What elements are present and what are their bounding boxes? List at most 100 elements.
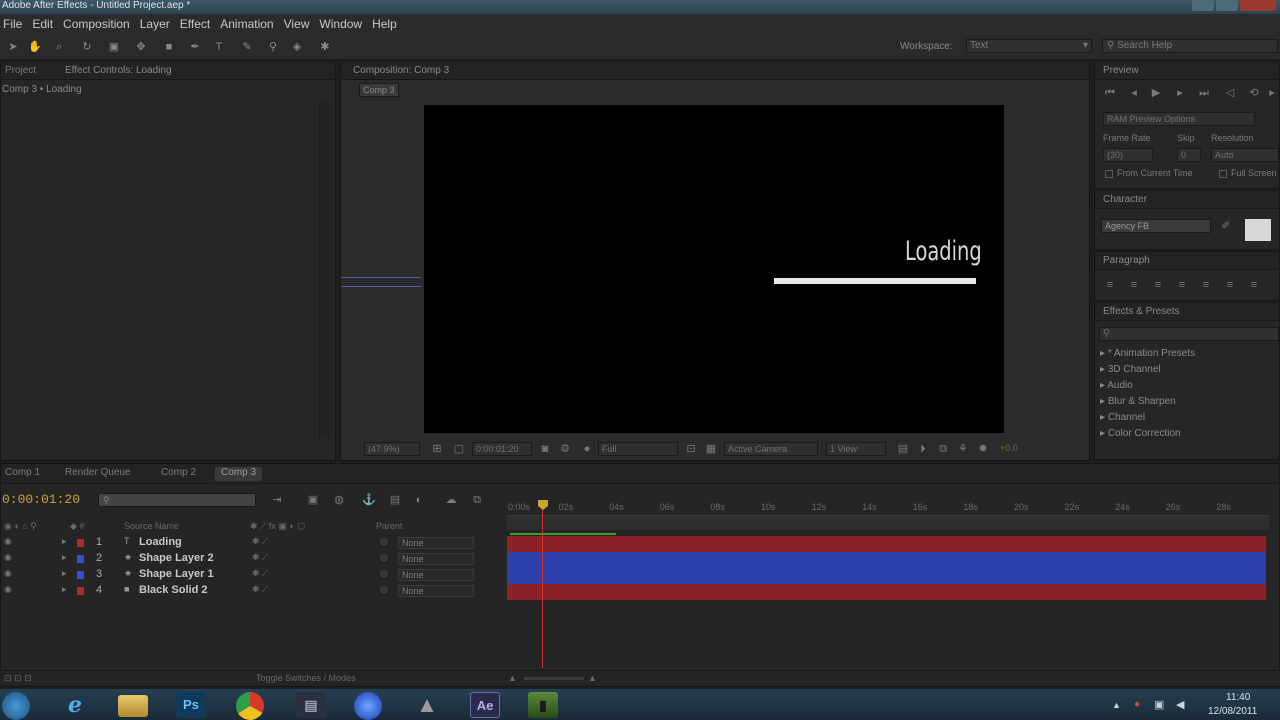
fx-item-blur-sharpen[interactable]: ▸ Blur & Sharpen xyxy=(1100,396,1176,407)
canvas-loading-text[interactable]: Loading xyxy=(905,236,982,267)
visibility-eye-icon[interactable]: ◉ xyxy=(4,584,12,595)
selection-tool-icon[interactable]: ➤ xyxy=(6,40,20,54)
tab-effects-presets[interactable]: Effects & Presets xyxy=(1103,306,1180,320)
timeline-zoom-slider[interactable] xyxy=(524,677,584,680)
layer-name[interactable]: Shape Layer 1 xyxy=(139,568,214,580)
taskbar-date[interactable]: 12/08/2011 xyxy=(1208,706,1257,717)
tray-alert-icon[interactable]: ● xyxy=(1134,699,1140,710)
warning-app-icon[interactable]: ▲ xyxy=(412,692,442,718)
layer-name[interactable]: Black Solid 2 xyxy=(139,584,207,596)
timeline-search-input[interactable]: ⚲ xyxy=(98,493,256,507)
font-select[interactable]: Agency FB xyxy=(1101,219,1211,233)
color-channel-icon[interactable]: ● xyxy=(580,442,594,456)
media-player-icon[interactable]: ▤ xyxy=(296,692,326,718)
effect-controls-scrollbar[interactable] xyxy=(319,102,333,438)
menu-effect[interactable]: Effect xyxy=(177,17,217,31)
photoshop-icon[interactable]: Ps xyxy=(176,692,206,718)
parent-select[interactable]: None xyxy=(398,569,474,581)
expand-triangle-icon[interactable]: ▸ xyxy=(62,536,67,547)
tray-volume-icon[interactable]: ◀ xyxy=(1176,698,1184,711)
layer-duration-bar[interactable] xyxy=(507,584,1266,600)
composition-canvas[interactable] xyxy=(424,105,1004,433)
clone-stamp-tool-icon[interactable]: ⚲ xyxy=(266,40,280,54)
flowchart-icon[interactable]: ⚘ xyxy=(956,442,970,456)
motion-blur-icon[interactable]: ◐ xyxy=(412,493,426,507)
previous-frame-icon[interactable]: ◂ xyxy=(1127,86,1141,100)
region-of-interest-icon[interactable]: ⊡ xyxy=(684,442,698,456)
last-frame-icon[interactable]: ⏭ xyxy=(1197,86,1211,100)
reset-exposure-icon[interactable]: ✸ xyxy=(976,442,990,456)
type-tool-icon[interactable]: T xyxy=(212,40,226,54)
draft-3d-icon[interactable]: ◍ xyxy=(332,493,346,507)
from-current-checkbox[interactable] xyxy=(1105,170,1113,178)
expand-triangle-icon[interactable]: ▸ xyxy=(62,568,67,579)
internet-explorer-icon[interactable]: e xyxy=(60,692,90,718)
tab-render-queue[interactable]: Render Queue xyxy=(65,467,131,481)
layer-name[interactable]: Shape Layer 2 xyxy=(139,552,214,564)
resolution-select[interactable]: Full xyxy=(598,442,678,456)
parent-pickwhip-icon[interactable]: ◎ xyxy=(380,552,388,563)
ram-preview-options-select[interactable]: RAM Preview Options xyxy=(1103,112,1255,126)
eraser-tool-icon[interactable]: ◈ xyxy=(290,40,304,54)
menu-file[interactable]: File xyxy=(0,17,29,31)
frame-rate-select[interactable]: (30) xyxy=(1103,148,1153,162)
hand-tool-icon[interactable]: ✋ xyxy=(28,40,42,54)
justify-last-right-icon[interactable]: ≡ xyxy=(1223,278,1237,292)
layer-name[interactable]: Loading xyxy=(139,536,182,548)
brainstorm-icon[interactable]: ☁ xyxy=(444,493,458,507)
parent-select[interactable]: None xyxy=(398,585,474,597)
start-button-icon[interactable] xyxy=(2,692,30,720)
fill-color-swatch[interactable] xyxy=(1245,219,1271,241)
pan-behind-tool-icon[interactable]: ✥ xyxy=(134,40,148,54)
menu-edit[interactable]: Edit xyxy=(29,17,60,31)
tab-project[interactable]: Project xyxy=(5,65,36,79)
toggle-pixel-aspect-icon[interactable]: ▤ xyxy=(896,442,910,456)
tab-paragraph[interactable]: Paragraph xyxy=(1103,255,1150,269)
layer-row[interactable]: ◉ ▸ 3 ★ Shape Layer 1 ✱ ⟋ ◎ None xyxy=(0,567,500,583)
next-frame-icon[interactable]: ▸ xyxy=(1173,86,1187,100)
grid-icon[interactable]: ⊞ xyxy=(430,442,444,456)
skip-field[interactable]: 0 xyxy=(1177,148,1201,162)
camera-tool-icon[interactable]: ▣ xyxy=(107,40,121,54)
frame-blending-icon[interactable]: ▤ xyxy=(388,493,402,507)
current-time-display[interactable]: 0:00:01:20 xyxy=(2,492,80,507)
layer-duration-bar[interactable] xyxy=(507,568,1266,584)
ram-preview-icon[interactable]: ▸ xyxy=(1265,86,1279,100)
layer-label-color[interactable] xyxy=(77,555,84,563)
taskbar-time[interactable]: 11:40 xyxy=(1226,692,1250,703)
comp-mini-flowchart-icon[interactable]: ⇥ xyxy=(270,493,284,507)
layer-row[interactable]: ◉ ▸ 4 ■ Black Solid 2 ✱ ⟋ ◎ None xyxy=(0,583,500,599)
graph-editor-icon[interactable]: ⧉ xyxy=(470,493,484,507)
exposure-value[interactable]: +0.0 xyxy=(1000,443,1018,453)
brush-tool-icon[interactable]: ✎ xyxy=(240,40,254,54)
chrome-icon[interactable] xyxy=(236,692,264,720)
effects-search-input[interactable]: ⚲ xyxy=(1099,327,1279,341)
tab-effect-controls[interactable]: Effect Controls: Loading xyxy=(65,65,172,79)
layer-duration-bar[interactable] xyxy=(507,536,1266,552)
menu-layer[interactable]: Layer xyxy=(137,17,177,31)
zoom-in-icon[interactable]: ▲ xyxy=(588,673,597,683)
after-effects-icon[interactable]: Ae xyxy=(470,692,500,718)
visibility-eye-icon[interactable]: ◉ xyxy=(4,536,12,547)
tab-comp-2[interactable]: Comp 2 xyxy=(161,467,196,481)
justify-last-center-icon[interactable]: ≡ xyxy=(1199,278,1213,292)
fx-item-3d-channel[interactable]: ▸ 3D Channel xyxy=(1100,364,1161,375)
camera-snapshot-icon[interactable]: ◙ xyxy=(538,442,552,456)
play-icon[interactable]: ▶ xyxy=(1149,86,1163,100)
menu-view[interactable]: View xyxy=(281,17,317,31)
layer-switch-icons[interactable]: ✱ ⟋ xyxy=(252,568,268,579)
menu-window[interactable]: Window xyxy=(316,17,369,31)
hide-shy-layers-icon[interactable]: ⚓ xyxy=(362,493,376,507)
zoom-out-icon[interactable]: ▲ xyxy=(508,673,517,683)
full-screen-checkbox[interactable] xyxy=(1219,170,1227,178)
rotate-tool-icon[interactable]: ↻ xyxy=(80,40,94,54)
expand-triangle-icon[interactable]: ▸ xyxy=(62,584,67,595)
layer-row[interactable]: ◉ ▸ 1 T Loading ✱ ⟋ ◎ None xyxy=(0,535,500,551)
zoom-select[interactable]: (47.9%) xyxy=(364,442,420,456)
fx-item-channel[interactable]: ▸ Channel xyxy=(1100,412,1145,423)
justify-last-left-icon[interactable]: ≡ xyxy=(1175,278,1189,292)
fx-item-animation-presets[interactable]: ▸ * Animation Presets xyxy=(1100,348,1195,359)
align-center-icon[interactable]: ≡ xyxy=(1127,278,1141,292)
timecode-field[interactable]: 0:00:01:20 xyxy=(472,442,532,456)
visibility-eye-icon[interactable]: ◉ xyxy=(4,552,12,563)
